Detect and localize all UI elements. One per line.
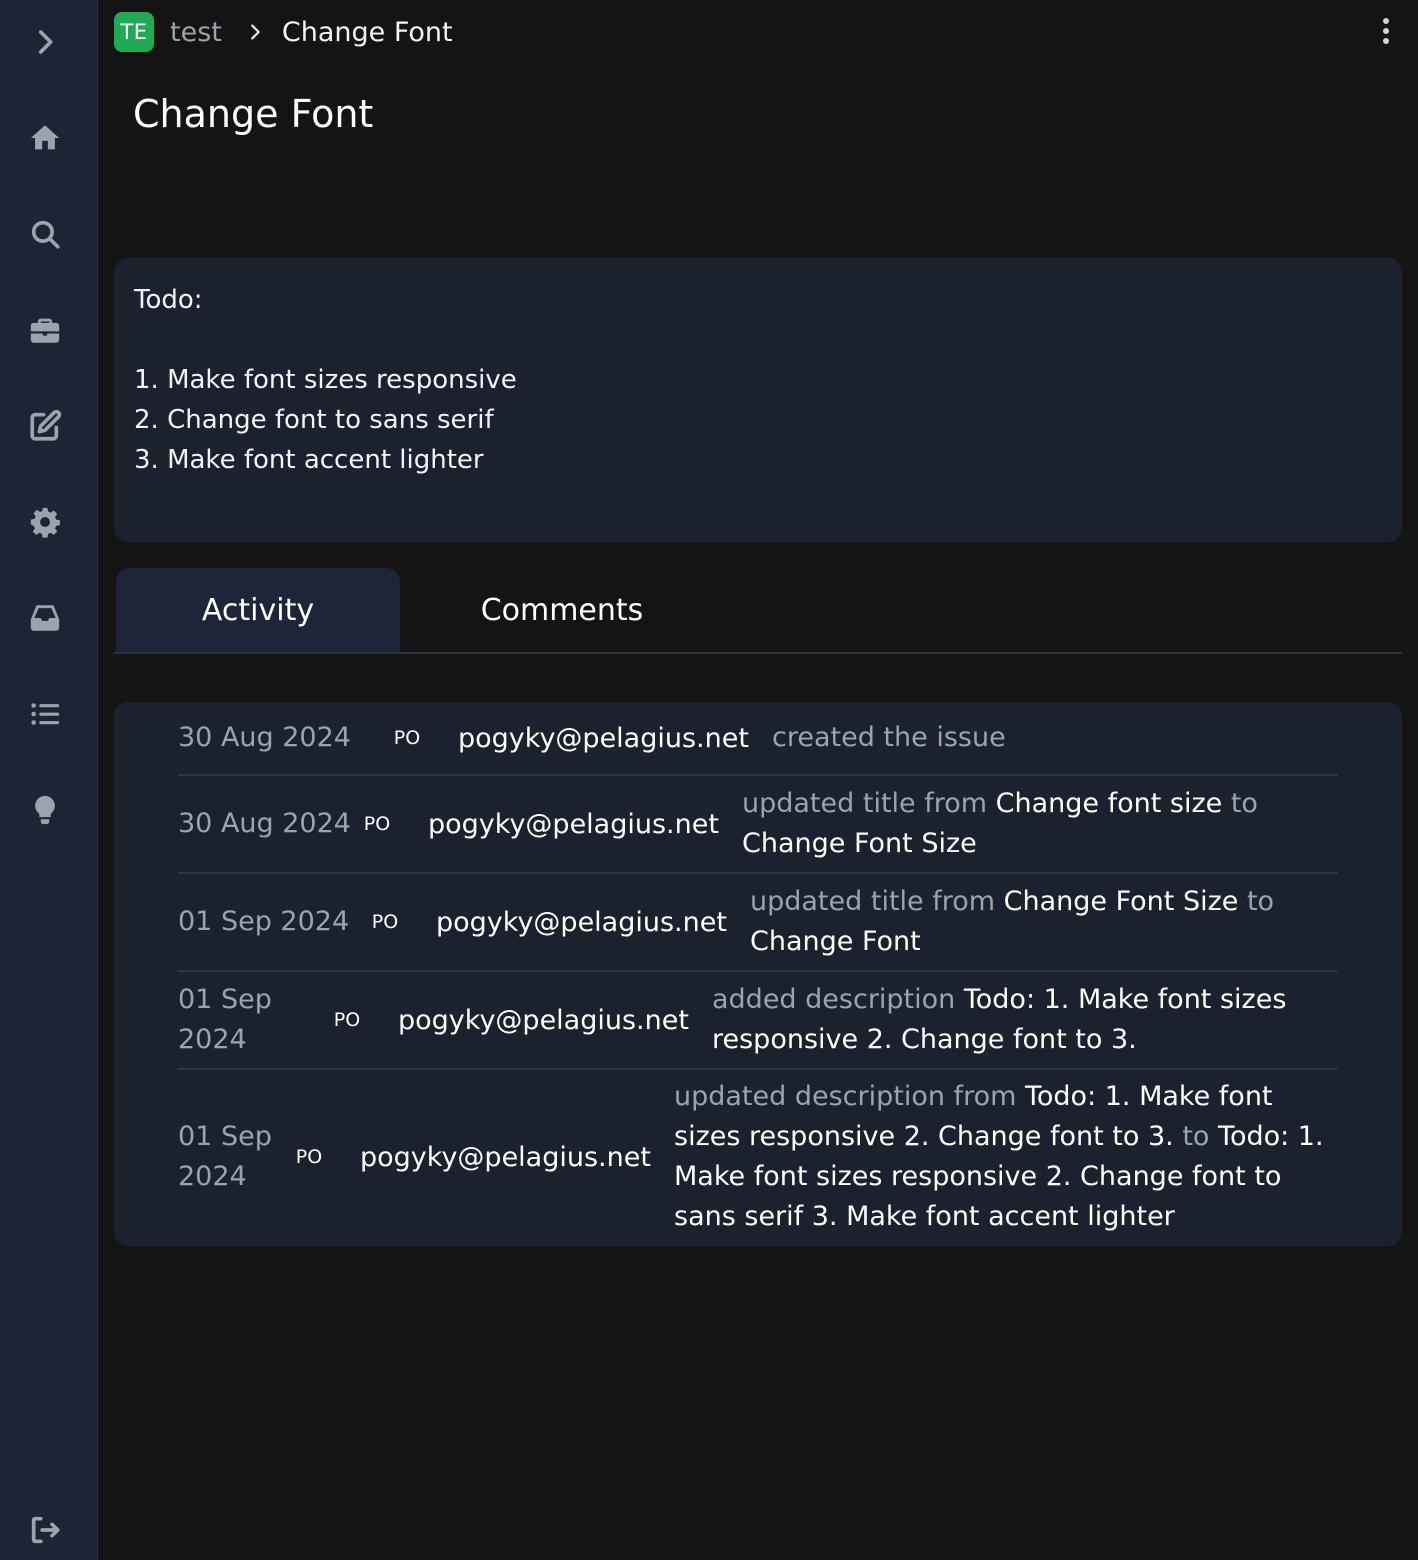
activity-text: updated title from Change Font Size to C… — [750, 882, 1338, 962]
activity-text: created the issue — [772, 718, 1006, 758]
chevron-right-icon — [38, 30, 53, 54]
activity-value: Change Font Size — [742, 828, 977, 859]
project-badge[interactable]: TE — [114, 12, 154, 52]
activity-user[interactable]: pogyky@pelagius.net — [428, 809, 719, 840]
tab-comments[interactable]: Comments — [424, 568, 700, 652]
search-icon — [31, 220, 60, 249]
tab-activity[interactable]: Activity — [116, 568, 400, 652]
avatar: PO — [371, 911, 399, 933]
activity-verb: updated title from — [742, 788, 996, 819]
home-icon — [30, 125, 60, 150]
activity-text: added description Todo: 1. Make font siz… — [712, 980, 1332, 1060]
description-line: 1. Make font sizes responsive — [134, 365, 517, 395]
description-line: 2. Change font to sans serif — [134, 405, 494, 435]
list-button[interactable] — [0, 684, 90, 744]
activity-item: 30 Aug 2024 PO pogyky@pelagius.net updat… — [178, 776, 1338, 874]
activity-verb: to — [1222, 788, 1258, 819]
activity-date: 30 Aug 2024 — [178, 722, 351, 753]
breadcrumb-project[interactable]: test — [170, 17, 222, 48]
settings-gear-icon — [30, 507, 60, 538]
edit-button[interactable] — [0, 396, 90, 456]
activity-verb: to — [1173, 1121, 1219, 1152]
expand-sidebar-button[interactable] — [0, 12, 90, 72]
logout-button[interactable] — [0, 1500, 90, 1560]
breadcrumb: TE test Change Font — [114, 10, 453, 54]
activity-tabs: Activity Comments — [114, 568, 1402, 654]
briefcase-button[interactable] — [0, 300, 90, 360]
activity-value: Change Font — [750, 926, 921, 957]
activity-date: 01 Sep 2024 — [178, 906, 350, 937]
sidebar — [0, 0, 98, 1560]
settings-button[interactable] — [0, 492, 90, 552]
more-options-icon[interactable] — [1380, 16, 1392, 46]
activity-user[interactable]: pogyky@pelagius.net — [436, 907, 727, 938]
description-line — [134, 320, 1382, 360]
activity-text: updated title from Change font size to C… — [742, 784, 1332, 864]
inbox-icon — [30, 605, 60, 631]
home-button[interactable] — [0, 108, 90, 168]
avatar: PO — [393, 727, 421, 749]
activity-value: Change font size — [995, 788, 1223, 819]
search-button[interactable] — [0, 204, 90, 264]
activity-item: 30 Aug 2024 PO pogyky@pelagius.net creat… — [178, 702, 1338, 776]
briefcase-icon — [30, 318, 60, 343]
chevron-right-icon — [251, 24, 260, 40]
logout-icon — [31, 1516, 60, 1544]
activity-verb: added description — [712, 984, 964, 1015]
activity-value: Change Font Size — [1003, 886, 1239, 917]
edit-icon — [30, 409, 62, 441]
activity-user[interactable]: pogyky@pelagius.net — [398, 1005, 689, 1036]
activity-date: 01 Sep 2024 — [178, 984, 272, 1055]
activity-text: updated description from Todo: 1. Make f… — [674, 1077, 1338, 1237]
activity-list: 30 Aug 2024 PO pogyky@pelagius.net creat… — [114, 702, 1402, 1246]
issue-description: Todo: 1. Make font sizes responsive 2. C… — [114, 258, 1402, 542]
inbox-button[interactable] — [0, 588, 90, 648]
avatar: PO — [295, 1146, 323, 1168]
activity-verb: updated title from — [750, 886, 1004, 917]
avatar: PO — [333, 1009, 361, 1031]
activity-verb: created the issue — [772, 722, 1006, 753]
ideas-button[interactable] — [0, 780, 90, 840]
activity-user[interactable]: pogyky@pelagius.net — [458, 723, 749, 754]
activity-verb: to — [1238, 886, 1275, 917]
activity-date: 30 Aug 2024 — [178, 808, 351, 839]
activity-user[interactable]: pogyky@pelagius.net — [360, 1142, 651, 1173]
activity-item: 01 Sep 2024 PO pogyky@pelagius.net updat… — [178, 874, 1338, 972]
activity-date: 01 Sep 2024 — [178, 1121, 272, 1192]
description-line: 3. Make font accent lighter — [134, 445, 484, 475]
description-line: Todo: — [134, 285, 203, 315]
activity-item: 01 Sep 2024 PO pogyky@pelagius.net added… — [178, 972, 1338, 1070]
lightbulb-icon — [35, 795, 55, 825]
page-title: Change Font — [133, 92, 374, 136]
breadcrumb-current: Change Font — [281, 16, 453, 48]
avatar: PO — [363, 813, 391, 835]
activity-verb: updated description from — [674, 1081, 1025, 1112]
list-icon — [31, 703, 60, 725]
activity-item: 01 Sep 2024 PO pogyky@pelagius.net updat… — [178, 1070, 1338, 1244]
